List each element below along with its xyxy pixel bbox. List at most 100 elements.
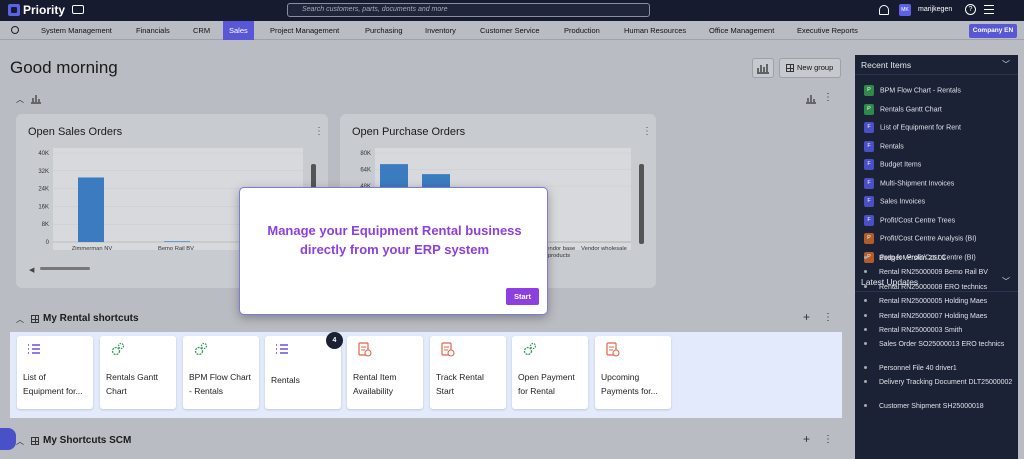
update-item-label: Delivery Tracking Document DLT25000002 [879, 379, 1013, 386]
menu-inventory[interactable]: Inventory [425, 21, 456, 40]
id-card-icon[interactable] [72, 5, 84, 14]
shortcut-label-line: Payments for... [601, 386, 658, 396]
collapse-chevron-icon[interactable]: ︿ [16, 94, 24, 105]
shortcut-card[interactable]: Rental Item Availability [347, 336, 423, 409]
update-item[interactable]: Rental RN25000005 Holding Maes [864, 297, 1014, 306]
bullet-icon [864, 285, 867, 288]
logo-text: Priority [23, 3, 66, 17]
update-item[interactable]: Rental RN25000007 Holding Maes [864, 312, 1014, 321]
item-type-badge: F [864, 159, 874, 170]
recent-item[interactable]: F Multi-Shipment Invoices [864, 177, 1014, 192]
update-item[interactable]: Rental RN25000003 Smith [864, 326, 1014, 335]
menu-office-management[interactable]: Office Management [709, 21, 774, 40]
shortcut-card[interactable]: BPM Flow Chart - Rentals [183, 336, 259, 409]
recent-item-label: Budget Items [880, 161, 922, 169]
gears-icon [193, 342, 208, 356]
recent-item[interactable]: P BPM Flow Chart - Rentals [864, 85, 1014, 99]
document-icon [440, 342, 455, 357]
update-item-label: Sales Order SO25000013 ERO technics [879, 341, 1005, 348]
recent-item[interactable]: F Sales Invoices [864, 196, 1014, 210]
shortcut-label-line: - Rentals [189, 386, 224, 396]
modal-line-1: Manage your Equipment Rental business [267, 223, 522, 238]
menu-purchasing[interactable]: Purchasing [365, 21, 403, 40]
more-options-icon[interactable]: ⋮ [823, 92, 833, 103]
help-icon[interactable]: ? [965, 4, 976, 15]
chevron-down-icon[interactable]: ﹀ [1002, 55, 1010, 75]
bar-chart-icon[interactable] [805, 93, 817, 104]
bullet-icon [864, 314, 867, 317]
shortcut-label-line: BPM Flow Chart [189, 372, 251, 382]
menu-hamburger-icon[interactable] [984, 5, 994, 14]
item-type-badge: F [864, 196, 874, 207]
grid-icon [786, 64, 794, 72]
menu-crm[interactable]: CRM [193, 21, 210, 40]
collapse-chevron-icon[interactable]: ︿ [16, 436, 24, 447]
y-tick-label: 80K [360, 151, 371, 157]
document-icon [605, 342, 620, 357]
shortcut-label: BPM Flow Chart - Rentals [189, 370, 255, 398]
update-item[interactable]: Customer Shipment SH25000018 [864, 402, 1014, 411]
avatar[interactable]: MK [899, 4, 911, 16]
start-button[interactable]: Start [506, 288, 539, 305]
menu-financials[interactable]: Financials [136, 21, 170, 40]
grid-icon [31, 315, 39, 323]
chart-section-icon [31, 95, 41, 104]
collapse-chevron-icon[interactable]: ︿ [16, 314, 24, 325]
notifications-bell-icon[interactable] [879, 5, 889, 15]
recent-item-label: Sales Invoices [880, 198, 926, 206]
shortcut-label: Open Payment for Rental [518, 370, 584, 398]
help-assistant-icon[interactable] [0, 428, 16, 450]
update-item-label: Customer Shipment SH25000018 [879, 403, 984, 410]
vertical-scrollbar [639, 164, 644, 244]
recent-item[interactable]: P Profit/Cost Centre Analysis (BI) [864, 233, 1014, 247]
menu-system-management[interactable]: System Management [41, 21, 112, 40]
recent-item[interactable]: F Rentals [864, 140, 1014, 155]
recent-item[interactable]: F Profit/Cost Centre Trees [864, 214, 1014, 229]
update-item[interactable]: Rental RN25000009 Bemo Rail BV [864, 268, 1014, 277]
recent-item[interactable]: F List of Equipment for Rent [864, 122, 1014, 136]
update-item[interactable]: Rental RN25000008 ERO technics [864, 283, 1014, 292]
horizontal-scrollbar [40, 267, 90, 270]
menu-sales[interactable]: Sales [223, 21, 254, 40]
update-item[interactable]: Personnel File 40 driver1 [864, 364, 1014, 373]
priority-logo[interactable]: Priority [8, 3, 65, 17]
menu-executive-reports[interactable]: Executive Reports [797, 21, 858, 40]
shortcut-card[interactable]: List of Equipment for... [17, 336, 93, 409]
recent-item[interactable]: P Rentals Gantt Chart [864, 103, 1014, 118]
document-icon [357, 342, 372, 357]
bullet-icon [864, 404, 867, 407]
update-item[interactable]: Delivery Tracking Document DLT25000002 [864, 378, 1014, 387]
shortcut-card[interactable]: Track Rental Start [430, 336, 506, 409]
shortcut-label: List of Equipment for... [23, 370, 89, 398]
add-shortcut-icon[interactable]: + [803, 432, 810, 446]
recent-items-header[interactable]: Recent Items ﹀ [855, 55, 1018, 75]
shortcut-label-line: Chart [106, 386, 127, 396]
shortcut-label-line: Rental Item [353, 372, 397, 382]
update-item[interactable]: Budget Version 25.01 [864, 254, 1014, 263]
global-search-input[interactable]: Search customers, parts, documents and m… [287, 3, 650, 17]
shortcut-card[interactable]: Rentals Gantt Chart [100, 336, 176, 409]
new-group-button[interactable]: New group [779, 58, 841, 78]
shortcut-card[interactable]: Upcoming Payments for... [595, 336, 671, 409]
username[interactable]: marijkegen [918, 6, 952, 13]
menu-production[interactable]: Production [564, 21, 600, 40]
priority-logo-icon [8, 4, 20, 16]
more-options-icon[interactable]: ⋮ [823, 434, 833, 445]
chart-settings-button[interactable] [752, 58, 774, 78]
menu-human-resources[interactable]: Human Resources [624, 21, 686, 40]
x-tick-label: products [548, 253, 570, 259]
promo-modal: Manage your Equipment Rental business di… [239, 187, 548, 315]
menu-customer-service[interactable]: Customer Service [480, 21, 540, 40]
section-title: My Rental shortcuts [43, 313, 139, 324]
menu-search-icon[interactable] [11, 26, 19, 34]
menu-project-management[interactable]: Project Management [270, 21, 339, 40]
recent-item[interactable]: F Budget Items [864, 159, 1014, 173]
shortcut-card[interactable]: Open Payment for Rental [512, 336, 588, 409]
add-shortcut-icon[interactable]: + [803, 310, 810, 324]
company-selector[interactable]: Company EN [969, 24, 1017, 38]
update-item[interactable]: Sales Order SO25000013 ERO technics [864, 340, 1014, 349]
y-tick-label: 16K [38, 204, 49, 210]
item-type-badge: P [864, 233, 874, 244]
more-options-icon[interactable]: ⋮ [823, 312, 833, 323]
new-group-label: New group [797, 63, 834, 72]
